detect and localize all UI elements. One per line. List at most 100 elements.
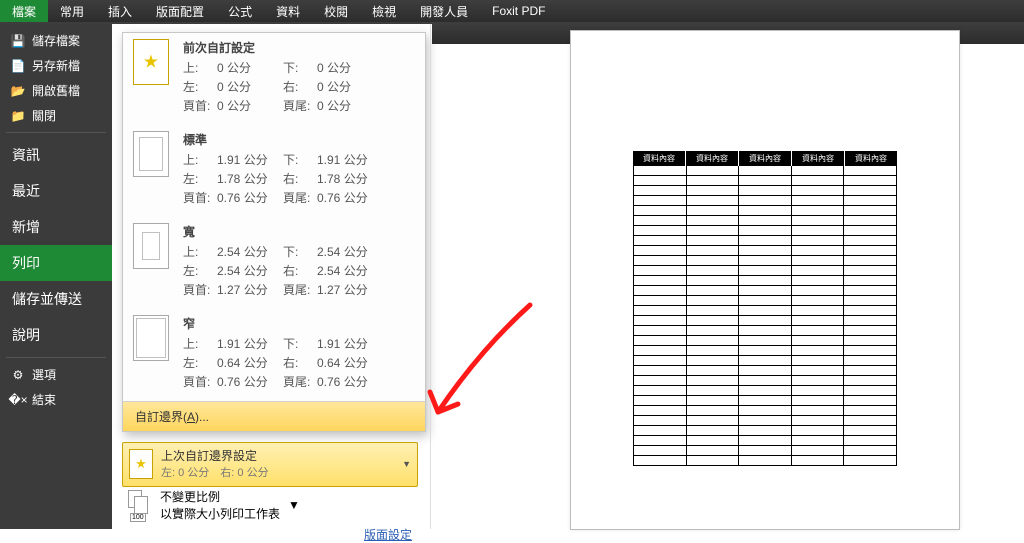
margin-option-wide[interactable]: 寬上:2.54 公分下:2.54 公分左:2.54 公分右:2.54 公分頁首:…: [123, 217, 425, 309]
ribbon-tab-7[interactable]: 檢視: [360, 0, 408, 22]
preview-table-body: [633, 166, 897, 466]
option-icon: �×: [10, 392, 26, 408]
sidebar-quick-3[interactable]: 📁 關閉: [0, 103, 112, 128]
custom-margins-label: 自訂邊界(A)...: [135, 410, 209, 424]
preview-row: [633, 266, 897, 276]
ribbon-tab-6[interactable]: 校閱: [312, 0, 360, 22]
sidebar-quick-0[interactable]: 💾儲存檔案: [0, 28, 112, 53]
margin-option-narrow[interactable]: 窄上:1.91 公分下:1.91 公分左:0.64 公分右:0.64 公分頁首:…: [123, 309, 425, 401]
preview-header-cell: 資料內容: [739, 151, 792, 166]
print-center-panel: ★前次自訂設定上:0 公分下:0 公分左:0 公分右:0 公分頁首:0 公分頁尾…: [112, 24, 432, 529]
preview-row: [633, 246, 897, 256]
preview-row: [633, 196, 897, 206]
sidebar-footer-label: 選項: [32, 366, 56, 383]
dropdown-arrow-icon: ▼: [402, 459, 411, 469]
preview-row: [633, 326, 897, 336]
margin-thumb: [133, 131, 169, 177]
preview-row: [633, 306, 897, 316]
file-icon: 💾: [10, 33, 26, 49]
preview-header-cell: 資料內容: [792, 151, 845, 166]
file-icon: 📄: [10, 58, 26, 74]
margin-values: 上:1.91 公分下:1.91 公分左:1.78 公分右:1.78 公分頁首:0…: [183, 151, 415, 206]
margin-values: 上:2.54 公分下:2.54 公分左:2.54 公分右:2.54 公分頁首:1…: [183, 243, 415, 298]
preview-row: [633, 396, 897, 406]
preview-row: [633, 166, 897, 176]
preview-header-cell: 資料內容: [633, 151, 686, 166]
hundred-percent-icon: 100: [130, 513, 146, 522]
preview-table: 資料內容資料內容資料內容資料內容資料內容: [633, 151, 897, 466]
preview-row: [633, 356, 897, 366]
preview-row: [633, 456, 897, 466]
preview-row: [633, 236, 897, 246]
preview-row: [633, 336, 897, 346]
margin-thumb: [133, 223, 169, 269]
preview-table-header: 資料內容資料內容資料內容資料內容資料內容: [633, 151, 897, 166]
margins-selected-title: 上次自訂邊界設定: [161, 447, 269, 464]
sidebar-main-5[interactable]: 說明: [0, 317, 112, 353]
margin-option-last-custom[interactable]: ★前次自訂設定上:0 公分下:0 公分左:0 公分右:0 公分頁首:0 公分頁尾…: [123, 33, 425, 125]
sidebar-separator: [6, 132, 106, 133]
preview-row: [633, 296, 897, 306]
margin-thumb: [133, 315, 169, 361]
preview-row: [633, 436, 897, 446]
preview-row: [633, 376, 897, 386]
dropdown-arrow-icon: ▼: [288, 498, 300, 512]
star-icon: ★: [143, 52, 159, 73]
backstage-sidebar: 💾儲存檔案📄另存新檔 📂 開啟舊檔 📁 關閉資訊最近新增列印儲存並傳送說明 ⚙ 選項 �× 結束: [0, 24, 112, 529]
sidebar-quick-label: 開啟舊檔: [32, 82, 80, 99]
preview-row: [633, 446, 897, 456]
file-icon: 📁: [10, 108, 26, 124]
vertical-divider: [430, 24, 431, 529]
sidebar-quick-2[interactable]: 📂 開啟舊檔: [0, 78, 112, 103]
sidebar-main-1[interactable]: 最近: [0, 173, 112, 209]
ribbon-tab-0[interactable]: 檔案: [0, 0, 48, 22]
ribbon-tab-9[interactable]: Foxit PDF: [480, 0, 557, 22]
sidebar-footer-label: 結束: [32, 391, 56, 408]
preview-row: [633, 256, 897, 266]
preview-header-cell: 資料內容: [686, 151, 739, 166]
preview-row: [633, 276, 897, 286]
preview-row: [633, 216, 897, 226]
custom-margins-item[interactable]: 自訂邊界(A)...: [123, 401, 425, 431]
sidebar-main-4[interactable]: 儲存並傳送: [0, 281, 112, 317]
sidebar-separator: [6, 357, 106, 358]
preview-row: [633, 186, 897, 196]
sidebar-footer-1[interactable]: �× 結束: [0, 387, 112, 412]
ribbon-tab-2[interactable]: 插入: [96, 0, 144, 22]
preview-page: 資料內容資料內容資料內容資料內容資料內容: [570, 30, 960, 530]
ribbon-tab-3[interactable]: 版面配置: [144, 0, 216, 22]
margin-title: 標準: [183, 131, 415, 148]
preview-row: [633, 416, 897, 426]
preview-header-cell: 資料內容: [845, 151, 897, 166]
margin-values: 上:1.91 公分下:1.91 公分左:0.64 公分右:0.64 公分頁首:0…: [183, 335, 415, 390]
preview-row: [633, 426, 897, 436]
ribbon-tab-8[interactable]: 開發人員: [408, 0, 480, 22]
sidebar-quick-label: 關閉: [32, 107, 56, 124]
margins-selected-thumb: ★: [129, 449, 153, 479]
preview-row: [633, 206, 897, 216]
margin-title: 前次自訂設定: [183, 39, 415, 56]
sidebar-main-0[interactable]: 資訊: [0, 137, 112, 173]
sidebar-main-2[interactable]: 新增: [0, 209, 112, 245]
option-icon: ⚙: [10, 367, 26, 383]
ribbon-tab-5[interactable]: 資料: [264, 0, 312, 22]
preview-row: [633, 406, 897, 416]
margins-selected-option[interactable]: ★ 上次自訂邊界設定 左: 0 公分 右: 0 公分 ▼: [122, 442, 418, 487]
scaling-thumb: 100: [128, 490, 152, 520]
preview-row: [633, 226, 897, 236]
preview-row: [633, 176, 897, 186]
scaling-option[interactable]: 100 不變更比例 以實際大小列印工作表 ▼: [122, 484, 418, 528]
ribbon-tab-1[interactable]: 常用: [48, 0, 96, 22]
sidebar-main-3[interactable]: 列印: [0, 245, 112, 281]
preview-row: [633, 386, 897, 396]
margin-option-normal[interactable]: 標準上:1.91 公分下:1.91 公分左:1.78 公分右:1.78 公分頁首…: [123, 125, 425, 217]
ribbon-tab-4[interactable]: 公式: [216, 0, 264, 22]
scaling-title: 不變更比例: [160, 488, 280, 505]
sidebar-footer-0[interactable]: ⚙ 選項: [0, 362, 112, 387]
margin-thumb: ★: [133, 39, 169, 85]
file-icon: 📂: [10, 83, 26, 99]
scaling-sub: 以實際大小列印工作表: [160, 505, 280, 522]
sidebar-quick-1[interactable]: 📄另存新檔: [0, 53, 112, 78]
margins-selected-sub: 左: 0 公分 右: 0 公分: [161, 464, 269, 480]
preview-row: [633, 346, 897, 356]
